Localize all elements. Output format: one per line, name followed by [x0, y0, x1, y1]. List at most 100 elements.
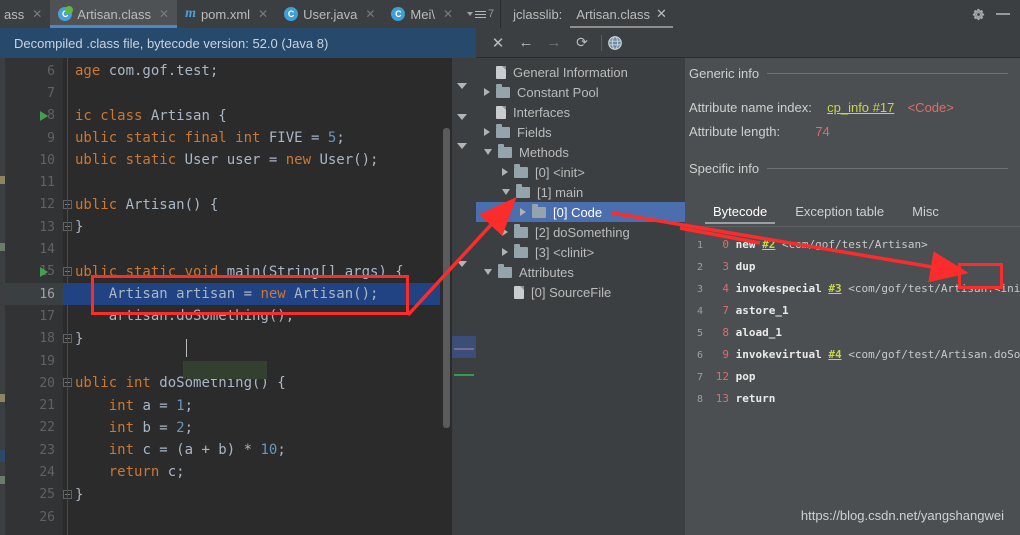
chevron-up-icon[interactable] [457, 114, 467, 120]
bytecode-instruction-row[interactable]: 6 9 invokevirtual #4 <com/gof/test/Artisa… [685, 348, 1020, 361]
minimize-icon[interactable] [996, 13, 1010, 15]
bytecode-constant-ref[interactable]: #3 [828, 282, 841, 295]
code-token: int [75, 397, 143, 414]
line-number[interactable]: 25 [5, 484, 63, 506]
tree-node-1-main[interactable]: [1] main [476, 182, 685, 202]
chevron-down-icon[interactable] [484, 149, 492, 155]
line-number[interactable]: 18 [5, 328, 63, 350]
bytecode-constant-ref[interactable]: #4 [828, 348, 841, 361]
line-number[interactable]: 22 [5, 417, 63, 439]
detail-tab-exception-table[interactable]: Exception table [781, 200, 898, 223]
attribute-name-index-label: Attribute name index: [689, 100, 812, 115]
line-number[interactable]: 16 [5, 283, 63, 306]
tree-node-attributes[interactable]: Attributes [476, 262, 685, 282]
line-number[interactable]: 13 [5, 216, 63, 238]
line-number[interactable]: 15 [5, 261, 63, 283]
line-number[interactable]: 9 [5, 127, 63, 149]
close-icon[interactable]: ✕ [258, 7, 268, 21]
chevron-right-icon[interactable] [502, 248, 508, 256]
code-token: } [75, 486, 84, 503]
detail-tab-bytecode[interactable]: Bytecode [699, 200, 781, 224]
line-number[interactable]: 14 [5, 238, 63, 260]
ide-window: ass✕Artisan.class✕mpom.xml✕User.java✕Mei… [0, 0, 1020, 535]
chevron-right-icon[interactable] [502, 228, 508, 236]
editor-tab-user-java[interactable]: User.java ✕ [276, 0, 383, 28]
specific-info-section-header: Specific info [685, 161, 1020, 176]
browser-globe-icon[interactable] [607, 35, 623, 51]
jclasslib-active-tab[interactable]: Artisan.class ✕ [568, 0, 675, 28]
identifier-occurrence-highlight [183, 361, 267, 379]
editor-tab-artisan-class[interactable]: Artisan.class ✕ [50, 0, 178, 28]
line-number[interactable]: 12 [5, 194, 63, 216]
chevron-right-icon[interactable] [484, 128, 490, 136]
tree-node-interfaces[interactable]: Interfaces [476, 102, 685, 122]
editor-marker-strip[interactable] [452, 58, 476, 535]
close-icon[interactable]: ✕ [656, 6, 667, 22]
close-icon[interactable]: ✕ [443, 7, 453, 21]
close-icon[interactable]: ✕ [365, 7, 375, 21]
chevron-down-icon[interactable] [457, 261, 467, 267]
tree-node-constant-pool[interactable]: Constant Pool [476, 82, 685, 102]
tree-node-general-information[interactable]: General Information [476, 62, 685, 82]
editor-tab-pom-xml[interactable]: m pom.xml ✕ [177, 0, 276, 28]
line-number[interactable]: 23 [5, 439, 63, 461]
line-number[interactable]: 8 [5, 105, 63, 127]
run-gutter-icon[interactable] [40, 110, 48, 121]
bytecode-instruction-row[interactable]: 7 12 pop [685, 370, 756, 383]
chevron-up-icon[interactable] [457, 83, 467, 89]
code-editor[interactable]: 6 7 8 9 10 11 12 13 14 15 16 17 18 19 20 21 22 23 24 25 26 a… [0, 58, 476, 535]
bytecode-instruction-row[interactable]: 3 4 invokespecial #3 <com/gof/test/Artisa… [685, 282, 1020, 295]
tree-node-0-code[interactable]: [0] Code [476, 202, 685, 222]
line-number[interactable]: 17 [5, 305, 63, 327]
line-number[interactable]: 19 [5, 350, 63, 372]
bytecode-instruction-row[interactable]: 4 7 astore_1 [685, 304, 789, 317]
refresh-icon[interactable]: ⟳ [568, 34, 596, 51]
bytecode-instruction-row[interactable]: 8 13 return [685, 392, 775, 405]
run-gutter-icon[interactable] [40, 266, 48, 277]
line-number[interactable]: 7 [5, 82, 63, 104]
tree-node-methods[interactable]: Methods [476, 142, 685, 162]
code-text[interactable]: age com.gof.test; ic class Artisan {ublic… [75, 58, 440, 535]
jclasslib-tab-group: jclasslib: Artisan.class ✕ [500, 0, 675, 28]
tree-node-3-clinit[interactable]: [3] <clinit> [476, 242, 685, 262]
line-number[interactable]: 11 [5, 172, 63, 194]
java-class-icon [284, 7, 299, 21]
tree-node-2-dosomething[interactable]: [2] doSomething [476, 222, 685, 242]
tree-node-label: Interfaces [513, 104, 571, 120]
close-icon[interactable]: ✕ [159, 7, 169, 21]
close-icon[interactable]: ✕ [32, 7, 42, 21]
folder-icon [496, 123, 510, 138]
editor-tab-ass[interactable]: ass ✕ [0, 0, 50, 28]
classfile-tree[interactable]: General Information Constant Pool Interfac… [476, 58, 685, 535]
chevron-down-icon[interactable] [457, 143, 467, 149]
detail-tab-misc[interactable]: Misc [898, 200, 953, 223]
back-arrow-icon[interactable]: ← [512, 34, 540, 51]
gear-icon[interactable] [971, 7, 986, 22]
chevron-down-icon[interactable] [502, 189, 510, 195]
bytecode-instruction-row[interactable]: 2 3 dup [685, 260, 756, 273]
line-number[interactable]: 10 [5, 149, 63, 171]
attribute-name-index-link[interactable]: cp_info #17 [827, 100, 894, 115]
forward-arrow-icon[interactable]: → [540, 34, 568, 51]
bytecode-instruction-row[interactable]: 5 8 aload_1 [685, 326, 782, 339]
line-number[interactable]: 6 [5, 60, 63, 82]
chevron-down-icon[interactable] [484, 269, 492, 275]
chevron-right-icon[interactable] [502, 168, 508, 176]
code-token: main(String[] args) { [226, 263, 404, 280]
line-number[interactable]: 26 [5, 506, 63, 528]
line-number[interactable]: 24 [5, 461, 63, 483]
chevron-right-icon[interactable] [484, 88, 490, 96]
tree-node-0-sourcefile[interactable]: [0] SourceFile [476, 282, 685, 302]
chevron-right-icon[interactable] [520, 208, 526, 216]
tree-node-fields[interactable]: Fields [476, 122, 685, 142]
line-number[interactable]: 20 [5, 372, 63, 394]
bytecode-constant-ref[interactable]: #2 [762, 238, 775, 251]
bytecode-instruction-row[interactable]: 1 0 new #2 <com/gof/test/Artisan> [685, 238, 928, 251]
editor-tab-mei[interactable]: Mei\ ✕ [383, 0, 461, 28]
editor-gutter[interactable]: 6 7 8 9 10 11 12 13 14 15 16 17 18 19 20 21 22 23 24 25 26 [5, 58, 63, 535]
editor-vertical-scrollbar[interactable] [443, 128, 450, 428]
close-icon[interactable]: ✕ [484, 34, 512, 52]
line-number[interactable]: 21 [5, 395, 63, 417]
tree-node-0-init[interactable]: [0] <init> [476, 162, 685, 182]
tab-overflow-button[interactable]: 7 [461, 0, 500, 28]
